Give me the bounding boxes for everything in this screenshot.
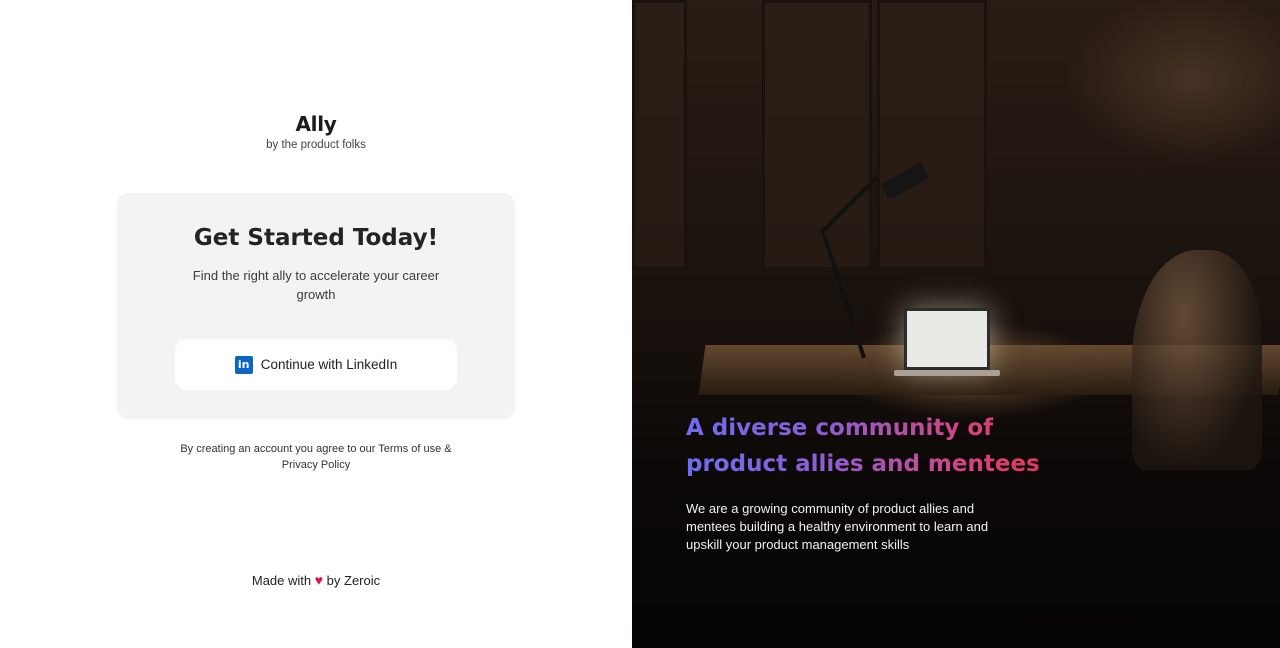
window-frame — [632, 0, 687, 270]
terms-of-use-link[interactable]: Terms of use — [378, 443, 441, 455]
footer-credit: Made with ♥ by Zeroic — [0, 572, 632, 588]
laptop-screen — [904, 308, 990, 370]
footer-prefix: Made with — [251, 573, 315, 588]
linkedin-icon: in — [234, 355, 253, 374]
terms-prefix: By creating an account you agree to our — [180, 443, 379, 455]
window-frame — [877, 0, 987, 270]
privacy-policy-link[interactable]: Privacy Policy — [282, 459, 350, 471]
signup-card: Get Started Today! Find the right ally t… — [117, 193, 515, 419]
terms-notice: By creating an account you agree to our … — [0, 441, 632, 473]
linkedin-button-label: Continue with LinkedIn — [260, 357, 398, 372]
heart-icon: ♥ — [314, 572, 324, 588]
laptop-base — [894, 370, 1000, 376]
brand-logo: Ally — [295, 112, 337, 136]
hero-headline: A diverse community of product allies an… — [686, 410, 1066, 482]
footer-suffix: by Zeroic — [323, 573, 381, 588]
window-frame — [762, 0, 872, 270]
hero-panel: A diverse community of product allies an… — [632, 0, 1280, 648]
signup-pane: Ally by the product folks Get Started To… — [0, 0, 632, 648]
signup-title: Get Started Today! — [193, 225, 439, 251]
hero-description: We are a growing community of product al… — [686, 501, 989, 552]
brand-tagline: by the product folks — [266, 139, 366, 151]
continue-with-linkedin-button[interactable]: in Continue with LinkedIn — [175, 339, 457, 390]
person-silhouette — [1132, 250, 1262, 470]
brand-block: Ally by the product folks — [0, 112, 632, 151]
signup-subtitle: Find the right ally to accelerate your c… — [192, 268, 440, 302]
terms-joiner: & — [441, 443, 452, 455]
